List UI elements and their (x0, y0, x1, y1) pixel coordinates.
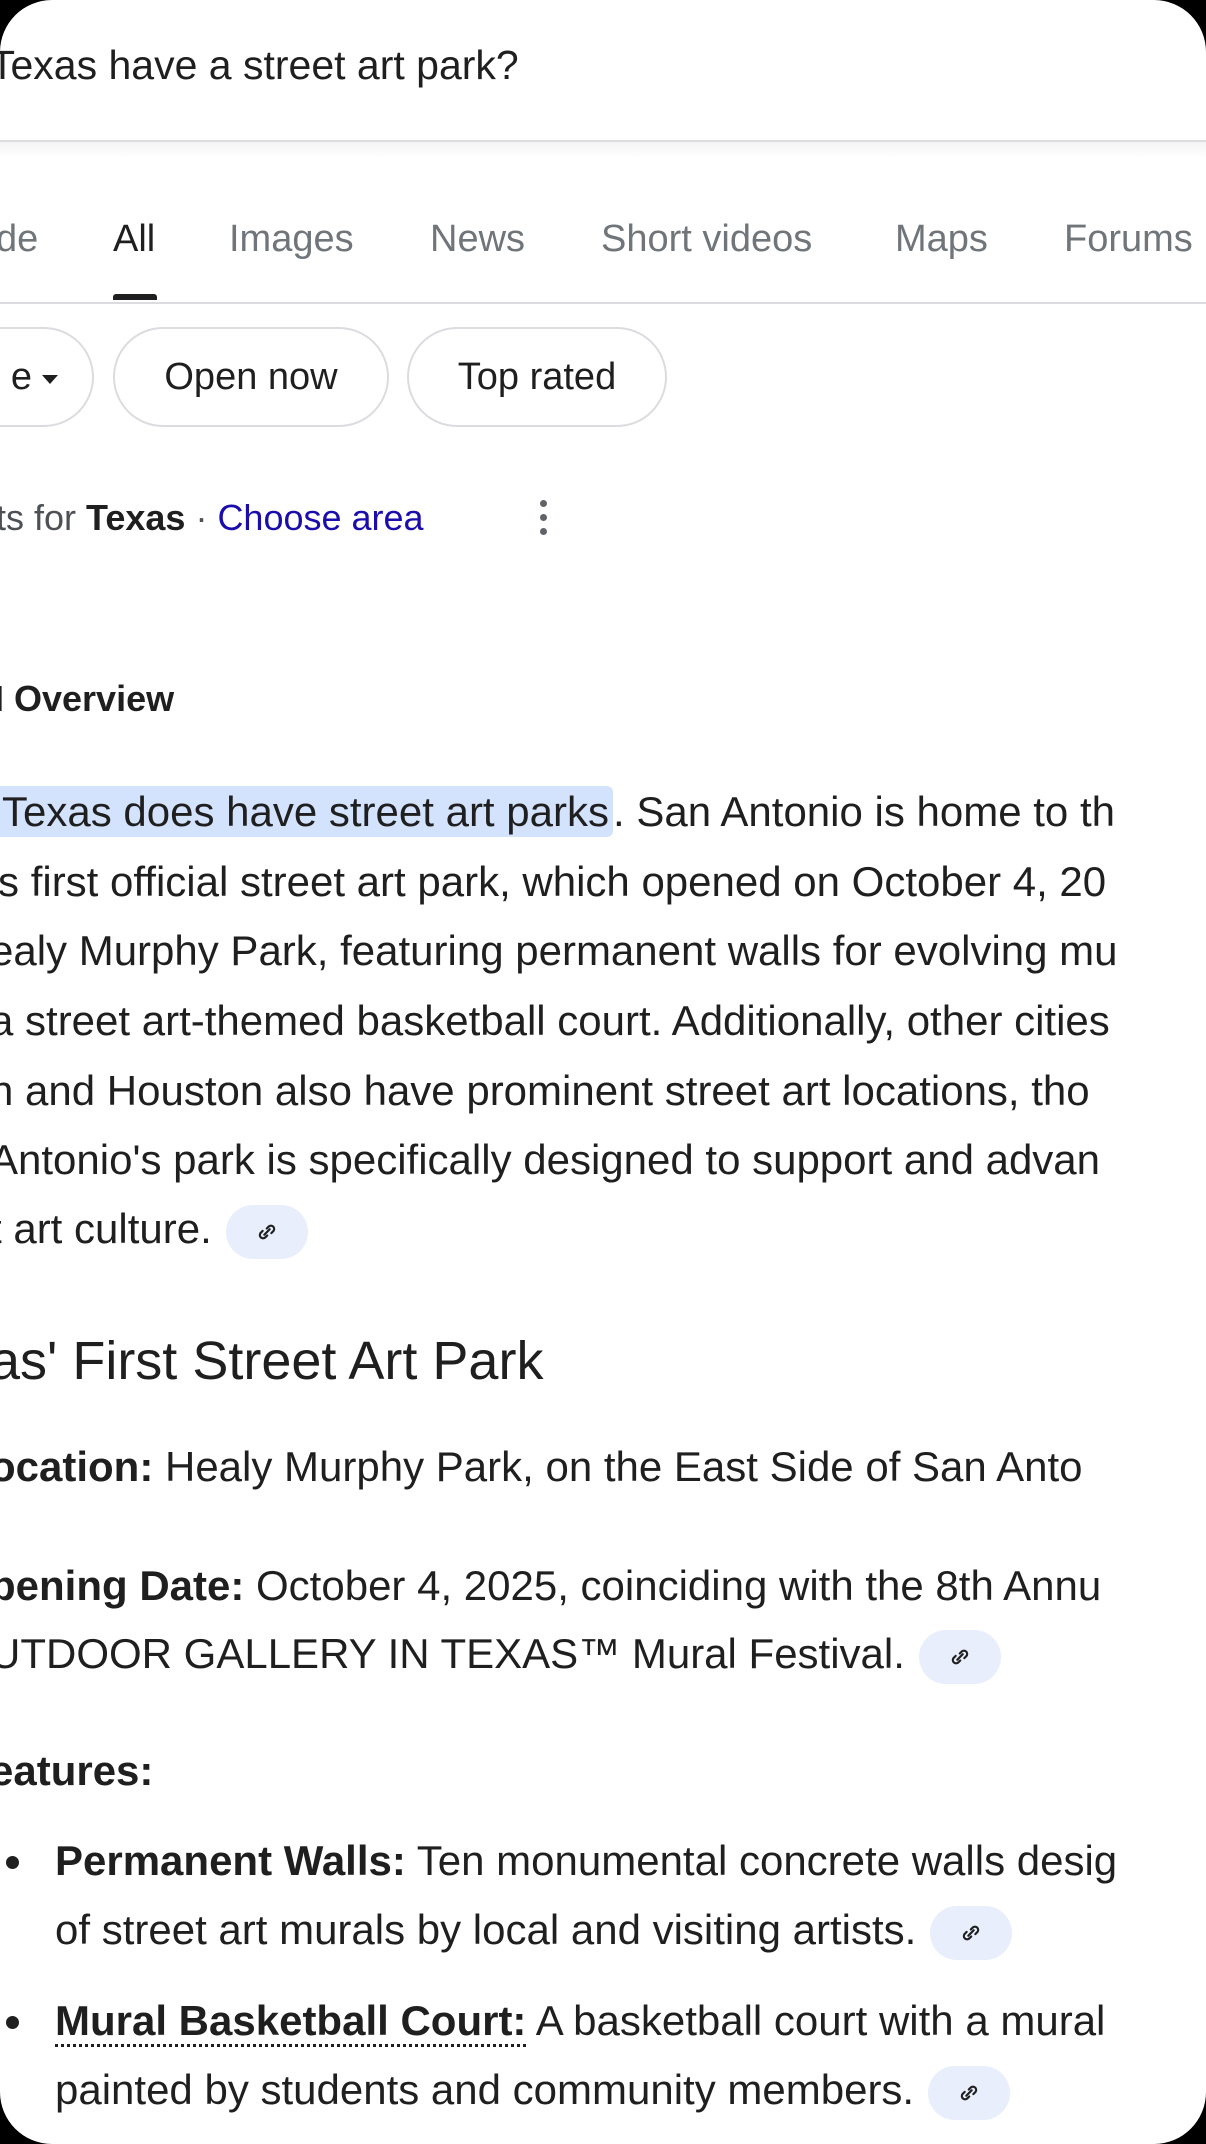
feature-label-link[interactable]: Mural Basketball Court: (55, 1997, 527, 2047)
tab-forums[interactable]: Forums (1064, 218, 1193, 261)
chip-label: Open now (164, 355, 338, 398)
ai-overview-line: 's first official street art park, which… (0, 858, 1107, 905)
line-text: t art culture. (0, 1205, 212, 1253)
feature-bullet-line-2: painted by students and community member… (55, 2066, 1011, 2120)
source-link-button[interactable] (928, 2066, 1011, 2120)
filter-chip-open-now[interactable]: Open now (113, 327, 389, 427)
ai-overview-line: n and Houston also have prominent street… (0, 1067, 1090, 1114)
tab-active-indicator (113, 294, 157, 300)
feature-bullet: Permanent Walls: Ten monumental concrete… (55, 1837, 1117, 1885)
location-text: Healy Murphy Park, on the East Side of S… (153, 1443, 1083, 1490)
bullet-icon (6, 2016, 19, 2029)
source-link-button[interactable] (225, 1205, 308, 1259)
ai-overview-line: Antonio's park is specifically designed … (0, 1136, 1101, 1183)
link-icon (258, 1224, 275, 1240)
results-location-line: ts for Texas · Choose area (0, 497, 424, 539)
ai-overview-line: a street art-themed basketball court. Ad… (0, 997, 1110, 1044)
section-heading: as' First Street Art Park (0, 1331, 544, 1391)
features-heading: eatures: (0, 1747, 153, 1795)
ai-overview-line: ealy Murphy Park, featuring permanent wa… (0, 927, 1118, 974)
chip-label: e (10, 355, 32, 398)
opening-text-2: UTDOOR GALLERY IN TEXAS™ Mural Festival. (0, 1630, 905, 1678)
highlighted-answer: Texas does have street art parks (0, 786, 613, 837)
filter-chip-dropdown[interactable]: e (0, 327, 94, 427)
location-line: ocation: Healy Murphy Park, on the East … (0, 1443, 1083, 1491)
tab-partial[interactable]: de (0, 218, 38, 261)
screen: Texas have a street art park? de All Ima… (0, 0, 1206, 2144)
tab-maps[interactable]: Maps (895, 218, 988, 261)
feature-bullet-line-2: of street art murals by local and visiti… (55, 1906, 1013, 1960)
feature-bullet: Mural Basketball Court: A basketball cou… (55, 1997, 1106, 2047)
bullet-icon (6, 1856, 19, 1869)
link-icon (951, 1649, 969, 1665)
results-location: Texas (86, 497, 186, 538)
feature-text-2: of street art murals by local and visiti… (55, 1906, 917, 1954)
source-link-button[interactable] (930, 1906, 1013, 1960)
feature-label: Permanent Walls: (55, 1837, 406, 1884)
features-label: eatures: (0, 1747, 154, 1794)
opening-text: October 4, 2025, coinciding with the 8th… (244, 1562, 1102, 1609)
chevron-down-icon (42, 374, 58, 384)
search-input[interactable]: Texas have a street art park? (0, 42, 519, 89)
tab-images[interactable]: Images (229, 218, 354, 261)
ai-overview-line: t art culture. (0, 1205, 308, 1259)
ai-overview-line: Texas does have street art parks. San An… (0, 786, 1115, 837)
filter-chip-top-rated[interactable]: Top rated (407, 327, 667, 427)
chip-label: Top rated (457, 355, 617, 398)
results-prefix: ts for (0, 497, 87, 538)
tab-news[interactable]: News (430, 218, 525, 261)
choose-area-link[interactable]: Choose area (217, 497, 423, 538)
location-label: ocation: (0, 1443, 154, 1490)
opening-date-line-2: UTDOOR GALLERY IN TEXAS™ Mural Festival. (0, 1630, 1001, 1684)
feature-text: Ten monumental concrete walls desig (405, 1837, 1118, 1884)
link-icon (960, 2085, 978, 2101)
line-text: . San Antonio is home to th (612, 788, 1115, 835)
feature-text-2: painted by students and community member… (55, 2066, 915, 2114)
tab-short-videos[interactable]: Short videos (601, 218, 812, 261)
tab-all[interactable]: All (113, 218, 155, 261)
separator: · (185, 497, 218, 538)
feature-text: A basketball court with a mural (526, 1997, 1106, 2044)
link-icon (963, 1925, 980, 1941)
ai-overview-title: I Overview (0, 678, 175, 719)
more-options-icon[interactable] (537, 498, 549, 536)
source-link-button[interactable] (918, 1630, 1001, 1684)
opening-date-line: pening Date: October 4, 2025, coinciding… (0, 1562, 1101, 1610)
search-shadow (0, 142, 1206, 158)
tabs-divider (0, 302, 1206, 304)
opening-label: pening Date: (0, 1562, 245, 1609)
